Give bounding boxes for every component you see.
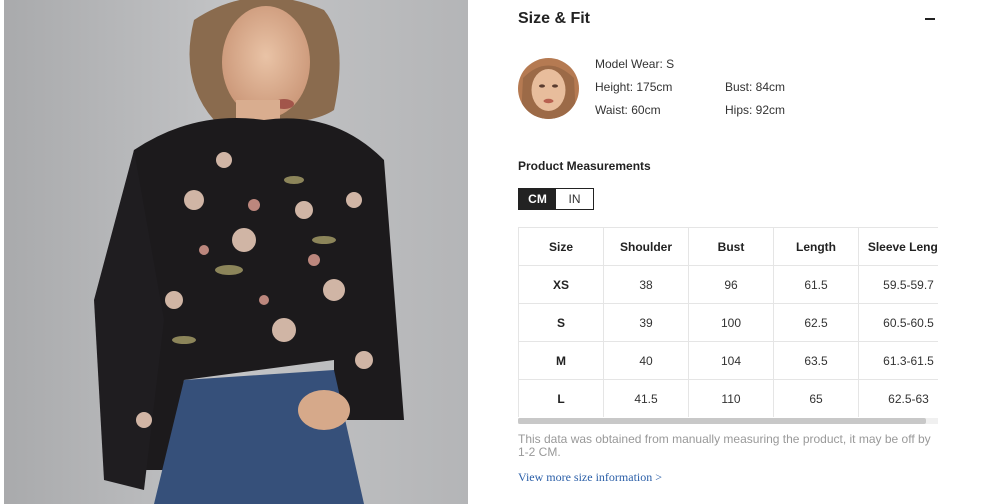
view-more-size-link[interactable]: View more size information > [518, 470, 662, 485]
length-cell: 63.5 [773, 341, 859, 380]
model-hips: Hips: 92cm [725, 103, 786, 117]
measurement-disclaimer: This data was obtained from manually mea… [518, 432, 931, 459]
bust-cell: 100 [688, 303, 774, 342]
size-cell: XS [518, 265, 604, 304]
measurement-table: Size Shoulder Bust Length Sleeve Length … [518, 227, 938, 417]
minus-icon[interactable] [924, 8, 938, 28]
model-waist: Waist: 60cm [595, 103, 661, 117]
header-size: Size [518, 227, 604, 266]
unit-toggle: CM IN [518, 188, 594, 210]
size-fit-panel: Size & Fit Model Wear: S Height: 175cm B… [518, 0, 938, 504]
table-row: M 40 104 63.5 61.3-61.5 [518, 341, 938, 380]
unit-in-button[interactable]: IN [556, 189, 593, 209]
bust-cell: 104 [688, 341, 774, 380]
sleeve-length-cell: 60.5-60.5 [858, 303, 938, 342]
size-cell: L [518, 379, 604, 417]
bust-cell: 110 [688, 379, 774, 417]
measurements-title: Product Measurements [518, 159, 651, 173]
shoulder-cell: 38 [603, 265, 689, 304]
length-cell: 65 [773, 379, 859, 417]
table-row: L 41.5 110 65 62.5-63 [518, 379, 938, 417]
length-cell: 62.5 [773, 303, 859, 342]
model-avatar [518, 58, 579, 119]
length-cell: 61.5 [773, 265, 859, 304]
measurement-table-scroll[interactable]: Size Shoulder Bust Length Sleeve Length … [518, 227, 938, 417]
table-row: S 39 100 62.5 60.5-60.5 [518, 303, 938, 342]
size-cell: S [518, 303, 604, 342]
header-length: Length [773, 227, 859, 266]
model-height: Height: 175cm [595, 80, 673, 94]
table-horizontal-scrollbar[interactable] [518, 418, 938, 424]
bust-cell: 96 [688, 265, 774, 304]
section-title: Size & Fit [518, 10, 591, 27]
shoulder-cell: 39 [603, 303, 689, 342]
product-photo [4, 0, 468, 504]
shoulder-cell: 40 [603, 341, 689, 380]
header-sleeve-length: Sleeve Length [858, 227, 938, 266]
table-row: XS 38 96 61.5 59.5-59.7 [518, 265, 938, 304]
model-bust: Bust: 84cm [725, 80, 786, 94]
table-header-row: Size Shoulder Bust Length Sleeve Length [518, 227, 938, 266]
scrollbar-thumb[interactable] [518, 418, 926, 424]
sleeve-length-cell: 59.5-59.7 [858, 265, 938, 304]
unit-cm-button[interactable]: CM [519, 189, 556, 209]
shoulder-cell: 41.5 [603, 379, 689, 417]
header-shoulder: Shoulder [603, 227, 689, 266]
sleeve-length-cell: 62.5-63 [858, 379, 938, 417]
header-bust: Bust [688, 227, 774, 266]
size-cell: M [518, 341, 604, 380]
model-wear: Model Wear: S [595, 57, 675, 71]
sleeve-length-cell: 61.3-61.5 [858, 341, 938, 380]
